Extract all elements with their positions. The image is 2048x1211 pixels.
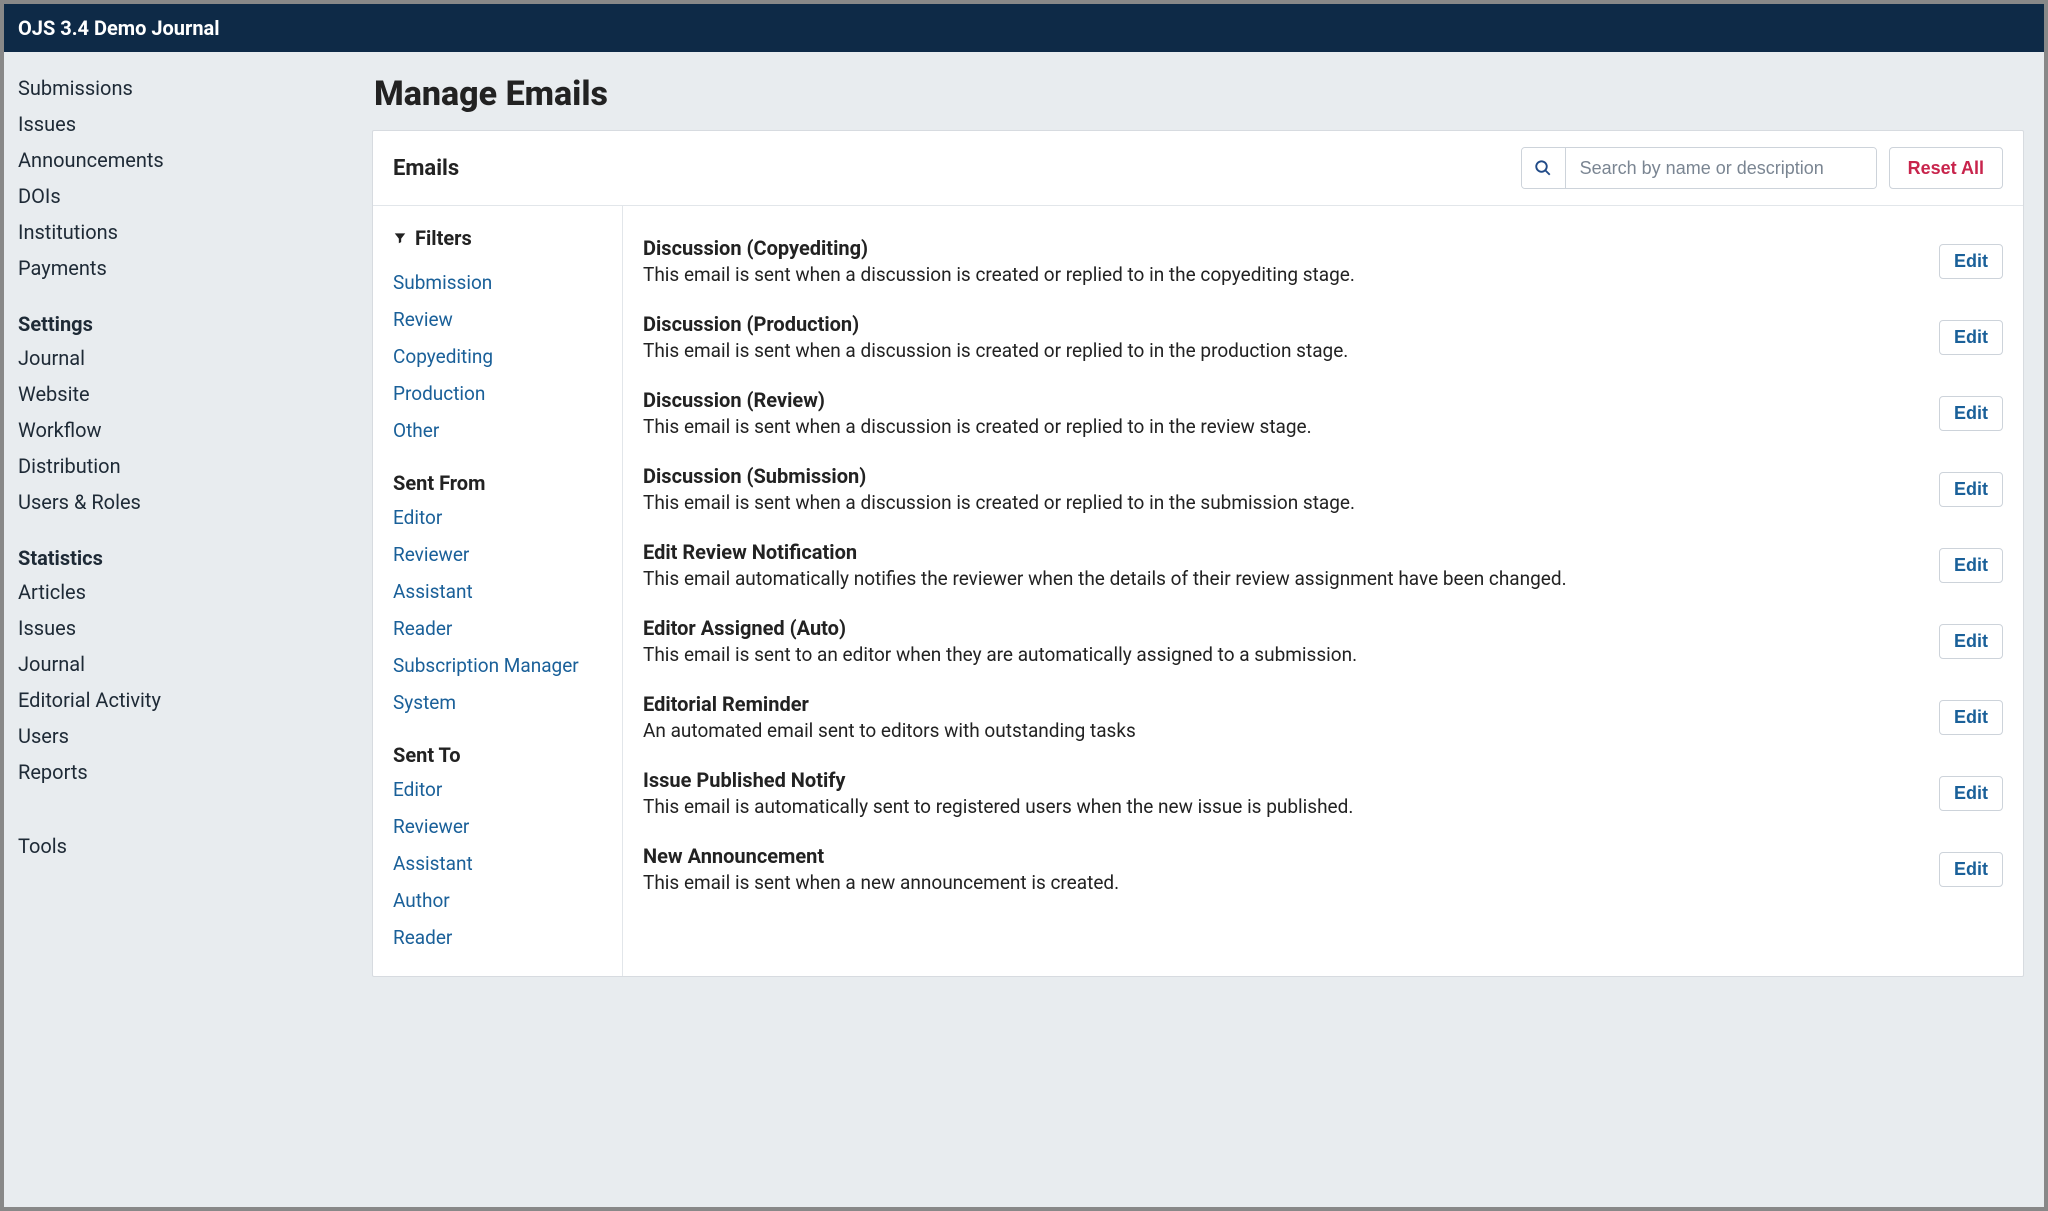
email-item: Discussion (Submission) This email is sen… [643,452,2003,528]
email-description: This email is automatically sent to regi… [643,795,1939,818]
email-title: Discussion (Submission) [643,464,1939,488]
filter-link[interactable]: Copyediting [393,338,602,375]
email-title: Discussion (Production) [643,312,1939,336]
email-title: Edit Review Notification [643,540,1939,564]
filters-heading: Filters [393,226,602,250]
page-title: Manage Emails [374,74,2024,114]
emails-list: Discussion (Copyediting) This email is se… [623,206,2023,976]
edit-button[interactable]: Edit [1939,244,2003,279]
email-item: Discussion (Review) This email is sent wh… [643,376,2003,452]
search-wrap [1521,147,1877,189]
layout: SubmissionsIssuesAnnouncementsDOIsInstit… [4,52,2044,1207]
filter-link[interactable]: Reviewer [393,808,602,845]
filter-link[interactable]: Reader [393,919,602,956]
sidebar-item[interactable]: Reports [18,754,350,790]
sidebar-item[interactable]: Website [18,376,350,412]
filter-link[interactable]: Author [393,882,602,919]
email-description: This email automatically notifies the re… [643,567,1939,590]
filter-link[interactable]: Editor [393,499,602,536]
sidebar-item-tools[interactable]: Tools [18,834,350,858]
filter-link[interactable]: Assistant [393,845,602,882]
edit-button[interactable]: Edit [1939,624,2003,659]
sidebar-item[interactable]: Announcements [18,142,350,178]
email-title: Editor Assigned (Auto) [643,616,1939,640]
email-title: Editorial Reminder [643,692,1939,716]
edit-button[interactable]: Edit [1939,852,2003,887]
email-item: New Announcement This email is sent when … [643,832,2003,908]
edit-button[interactable]: Edit [1939,320,2003,355]
sidebar-item[interactable]: Articles [18,574,350,610]
panel-header: Emails Reset All [373,131,2023,206]
email-title: Issue Published Notify [643,768,1939,792]
filter-link[interactable]: Submission [393,264,602,301]
email-description: This email is sent when a new announceme… [643,871,1939,894]
main: Manage Emails Emails Reset All [364,52,2044,1207]
sidebar-item[interactable]: Editorial Activity [18,682,350,718]
edit-button[interactable]: Edit [1939,548,2003,583]
email-title: Discussion (Review) [643,388,1939,412]
sidebar-heading-settings: Settings [18,312,350,336]
emails-panel: Emails Reset All [372,130,2024,977]
filter-link[interactable]: Reader [393,610,602,647]
filter-link[interactable]: Production [393,375,602,412]
email-item: Issue Published Notify This email is auto… [643,756,2003,832]
sidebar-item[interactable]: Issues [18,610,350,646]
email-title: New Announcement [643,844,1939,868]
panel-body: Filters SubmissionReviewCopyeditingProdu… [373,206,2023,976]
email-description: This email is sent when a discussion is … [643,339,1939,362]
sidebar-item[interactable]: Users & Roles [18,484,350,520]
search-icon[interactable] [1522,148,1566,188]
sidebar-item[interactable]: Institutions [18,214,350,250]
sidebar-item[interactable]: Journal [18,646,350,682]
filters-column: Filters SubmissionReviewCopyeditingProdu… [373,206,623,976]
edit-button[interactable]: Edit [1939,472,2003,507]
email-item: Editor Assigned (Auto) This email is sent… [643,604,2003,680]
filter-link[interactable]: Review [393,301,602,338]
filter-link[interactable]: System [393,684,602,721]
edit-button[interactable]: Edit [1939,776,2003,811]
search-input[interactable] [1566,148,1876,188]
email-item: Edit Review Notification This email autom… [643,528,2003,604]
filter-link[interactable]: Assistant [393,573,602,610]
sidebar-item[interactable]: Users [18,718,350,754]
sidebar-item[interactable]: Workflow [18,412,350,448]
filter-link[interactable]: Reviewer [393,536,602,573]
sidebar-item[interactable]: Journal [18,340,350,376]
email-item: Discussion (Copyediting) This email is se… [643,224,2003,300]
filter-group-title: Sent From [393,471,602,495]
sidebar-item[interactable]: DOIs [18,178,350,214]
filter-link[interactable]: Subscription Manager [393,647,602,684]
sidebar-item[interactable]: Distribution [18,448,350,484]
topbar: OJS 3.4 Demo Journal [4,4,2044,52]
filter-link[interactable]: Other [393,412,602,449]
email-item: Editorial Reminder An automated email sen… [643,680,2003,756]
sidebar: SubmissionsIssuesAnnouncementsDOIsInstit… [4,52,364,1207]
reset-all-button[interactable]: Reset All [1889,147,2003,189]
email-description: This email is sent to an editor when the… [643,643,1939,666]
filter-icon [393,226,407,250]
panel-heading: Emails [393,156,459,181]
edit-button[interactable]: Edit [1939,700,2003,735]
sidebar-heading-statistics: Statistics [18,546,350,570]
sidebar-item[interactable]: Submissions [18,70,350,106]
email-title: Discussion (Copyediting) [643,236,1939,260]
email-description: An automated email sent to editors with … [643,719,1939,742]
email-description: This email is sent when a discussion is … [643,491,1939,514]
sidebar-item[interactable]: Issues [18,106,350,142]
email-description: This email is sent when a discussion is … [643,415,1939,438]
email-description: This email is sent when a discussion is … [643,263,1939,286]
sidebar-item[interactable]: Payments [18,250,350,286]
filter-link[interactable]: Editor [393,771,602,808]
edit-button[interactable]: Edit [1939,396,2003,431]
app-title: OJS 3.4 Demo Journal [18,16,220,40]
email-item: Discussion (Production) This email is sen… [643,300,2003,376]
filter-group-title: Sent To [393,743,602,767]
